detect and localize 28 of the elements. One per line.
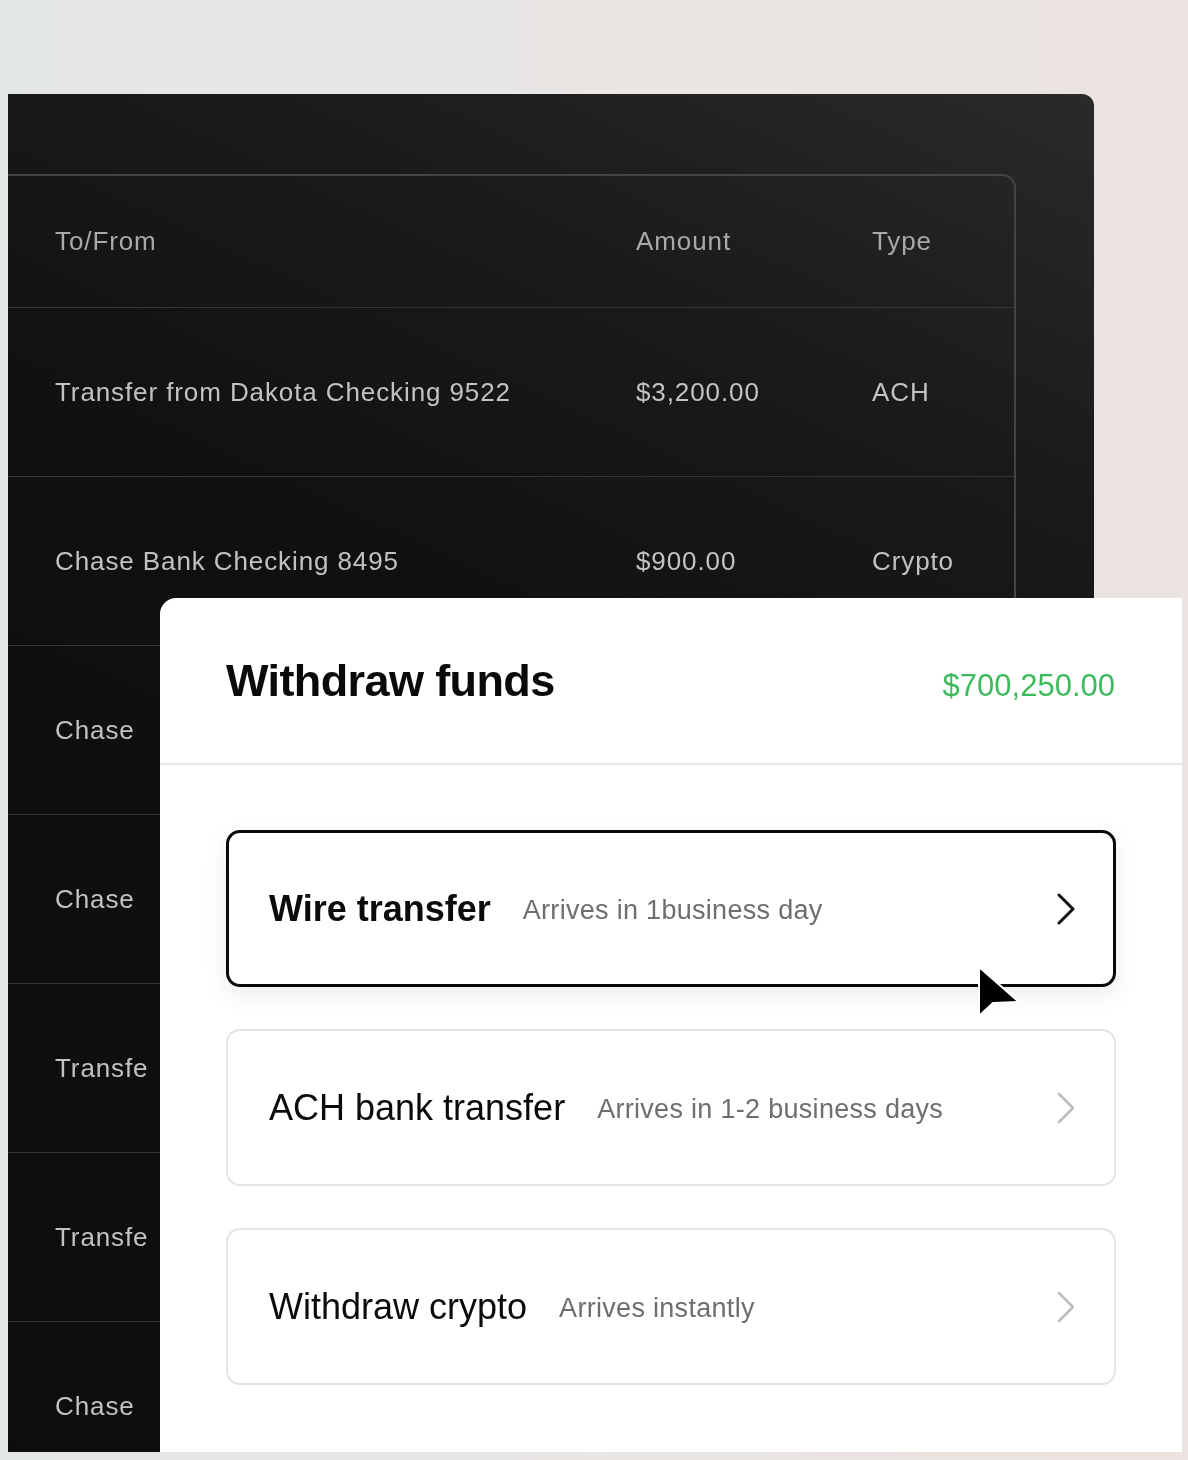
column-header: Amount: [636, 226, 731, 257]
column-header: To/From: [55, 226, 157, 257]
table-cell: Transfe: [55, 1052, 149, 1084]
table-cell: Chase: [55, 883, 135, 915]
table-cell: Chase Bank Checking 8495: [55, 545, 399, 577]
option-title: Wire transfer: [269, 887, 491, 930]
chevron-right-icon: [1057, 1290, 1075, 1323]
table-cell: Transfer from Dakota Checking 9522: [55, 376, 511, 408]
withdraw-option[interactable]: ACH bank transfer Arrives in 1-2 business days: [226, 1029, 1116, 1186]
dialog-title: Withdraw funds: [226, 654, 555, 707]
table-cell: Chase: [55, 1390, 135, 1422]
column-header: Type: [872, 226, 932, 257]
option-title: ACH bank transfer: [269, 1086, 566, 1129]
option-subtitle: Arrives in 1-2 business days: [597, 1094, 944, 1125]
chevron-right-icon: [1057, 892, 1075, 925]
table-cell: Chase: [55, 714, 135, 746]
withdraw-option[interactable]: Withdraw crypto Arrives instantly: [226, 1228, 1116, 1385]
withdraw-option[interactable]: Wire transfer Arrives in 1business day: [226, 830, 1116, 987]
chevron-right-icon: [1057, 1091, 1075, 1124]
table-cell: Crypto: [872, 545, 954, 577]
table-cell: $900.00: [636, 545, 737, 577]
option-subtitle: Arrives instantly: [559, 1293, 755, 1324]
table-cell: ACH: [872, 376, 930, 408]
balance-amount: $700,250.00: [942, 667, 1115, 704]
option-title: Withdraw crypto: [269, 1285, 528, 1328]
table-cell: Transfe: [55, 1221, 149, 1253]
table-cell: $3,200.00: [636, 376, 760, 408]
option-subtitle: Arrives in 1business day: [522, 895, 823, 926]
